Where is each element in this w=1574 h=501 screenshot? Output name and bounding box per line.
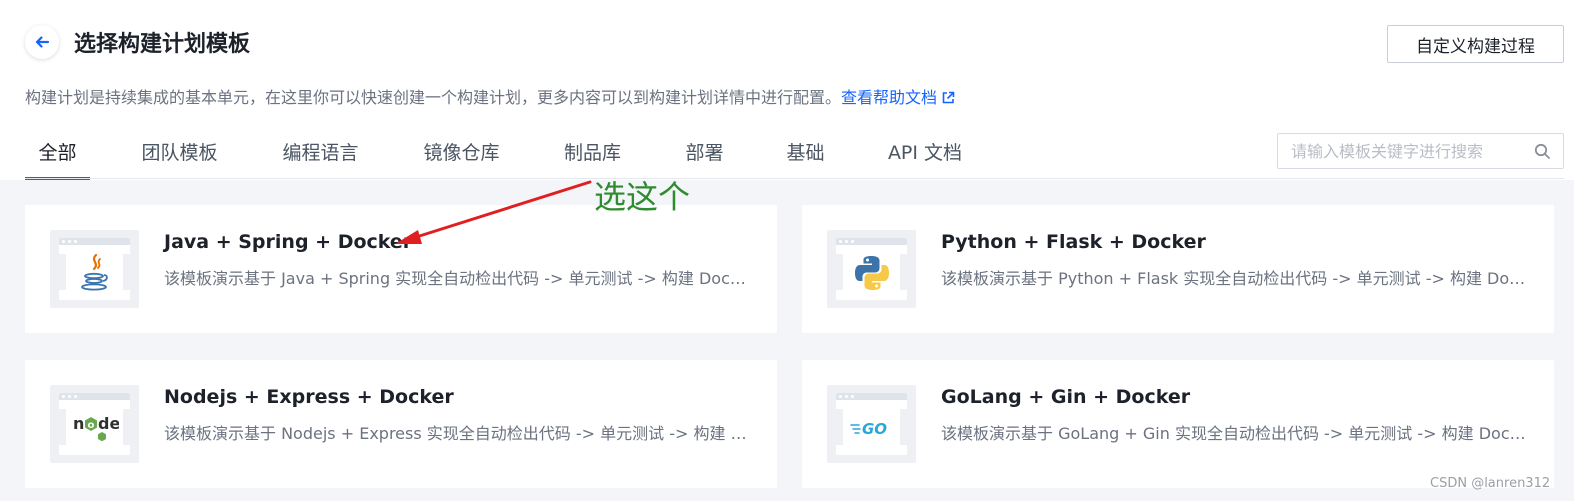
template-thumbnail — [827, 230, 916, 308]
template-description: 该模板演示基于 Python + Flask 实现全自动检出代码 -> 单元测试… — [941, 269, 1531, 288]
template-title: GoLang + Gin + Docker — [941, 386, 1191, 408]
template-card-golang-gin-docker[interactable]: GO GoLang + Gin + Docker 该模板演示基于 GoLang … — [802, 360, 1554, 488]
template-card-nodejs-express-docker[interactable]: n o de Nodejs + Express + Docker 该模板演示基于… — [25, 360, 777, 488]
tabs-divider — [25, 178, 1564, 179]
description-text: 构建计划是持续集成的基本单元，在这里你可以快速创建一个构建计划，更多内容可以到构… — [25, 88, 842, 107]
svg-text:o: o — [87, 420, 94, 431]
svg-text:n: n — [73, 414, 84, 433]
tab-all[interactable]: 全部 — [25, 130, 90, 180]
python-icon — [854, 255, 889, 290]
go-icon: GO — [849, 420, 887, 438]
svg-text:de: de — [98, 414, 119, 433]
template-card-java-spring-docker[interactable]: Java + Spring + Docker 该模板演示基于 Java + Sp… — [25, 205, 777, 333]
template-description: 该模板演示基于 GoLang + Gin 实现全自动检出代码 -> 单元测试 -… — [941, 424, 1531, 443]
java-icon — [80, 253, 108, 290]
tab-image-registry[interactable]: 镜像仓库 — [419, 130, 504, 180]
tab-basic[interactable]: 基础 — [783, 130, 828, 180]
watermark: CSDN @lanren312 — [1430, 476, 1551, 491]
template-title: Python + Flask + Docker — [941, 231, 1206, 253]
template-card-python-flask-docker[interactable]: Python + Flask + Docker 该模板演示基于 Python +… — [802, 205, 1554, 333]
template-title: Java + Spring + Docker — [164, 231, 413, 253]
help-doc-link[interactable]: 查看帮助文档 — [841, 88, 955, 107]
template-thumbnail: n o de — [50, 385, 139, 463]
custom-build-button[interactable]: 自定义构建过程 — [1387, 25, 1564, 63]
page-description: 构建计划是持续集成的基本单元，在这里你可以快速创建一个构建计划，更多内容可以到构… — [25, 86, 955, 110]
search-input[interactable] — [1278, 134, 1518, 168]
template-description: 该模板演示基于 Java + Spring 实现全自动检出代码 -> 单元测试 … — [164, 269, 754, 288]
page-title: 选择构建计划模板 — [74, 32, 251, 57]
svg-text:GO: GO — [862, 420, 887, 438]
template-thumbnail — [50, 230, 139, 308]
arrow-left-icon — [35, 36, 50, 48]
tab-api-docs[interactable]: API 文档 — [885, 130, 965, 180]
search-icon[interactable] — [1534, 143, 1551, 160]
tab-programming-languages[interactable]: 编程语言 — [278, 130, 363, 180]
page-header-area: 选择构建计划模板 自定义构建过程 构建计划是持续集成的基本单元，在这里你可以快速… — [0, 0, 1574, 180]
template-thumbnail: GO — [827, 385, 916, 463]
template-description: 该模板演示基于 Nodejs + Express 实现全自动检出代码 -> 单元… — [164, 424, 754, 443]
nodejs-icon: n o de — [73, 414, 119, 441]
annotation-text: 选这个 — [594, 178, 691, 216]
help-doc-link-label: 查看帮助文档 — [841, 88, 938, 107]
back-button[interactable] — [25, 25, 59, 59]
external-link-icon — [942, 91, 955, 104]
tab-team-templates[interactable]: 团队模板 — [137, 130, 222, 180]
template-title: Nodejs + Express + Docker — [164, 386, 454, 408]
template-search — [1277, 133, 1564, 169]
template-category-tabs: 全部 团队模板 编程语言 镜像仓库 制品库 部署 基础 API 文档 — [25, 130, 965, 180]
